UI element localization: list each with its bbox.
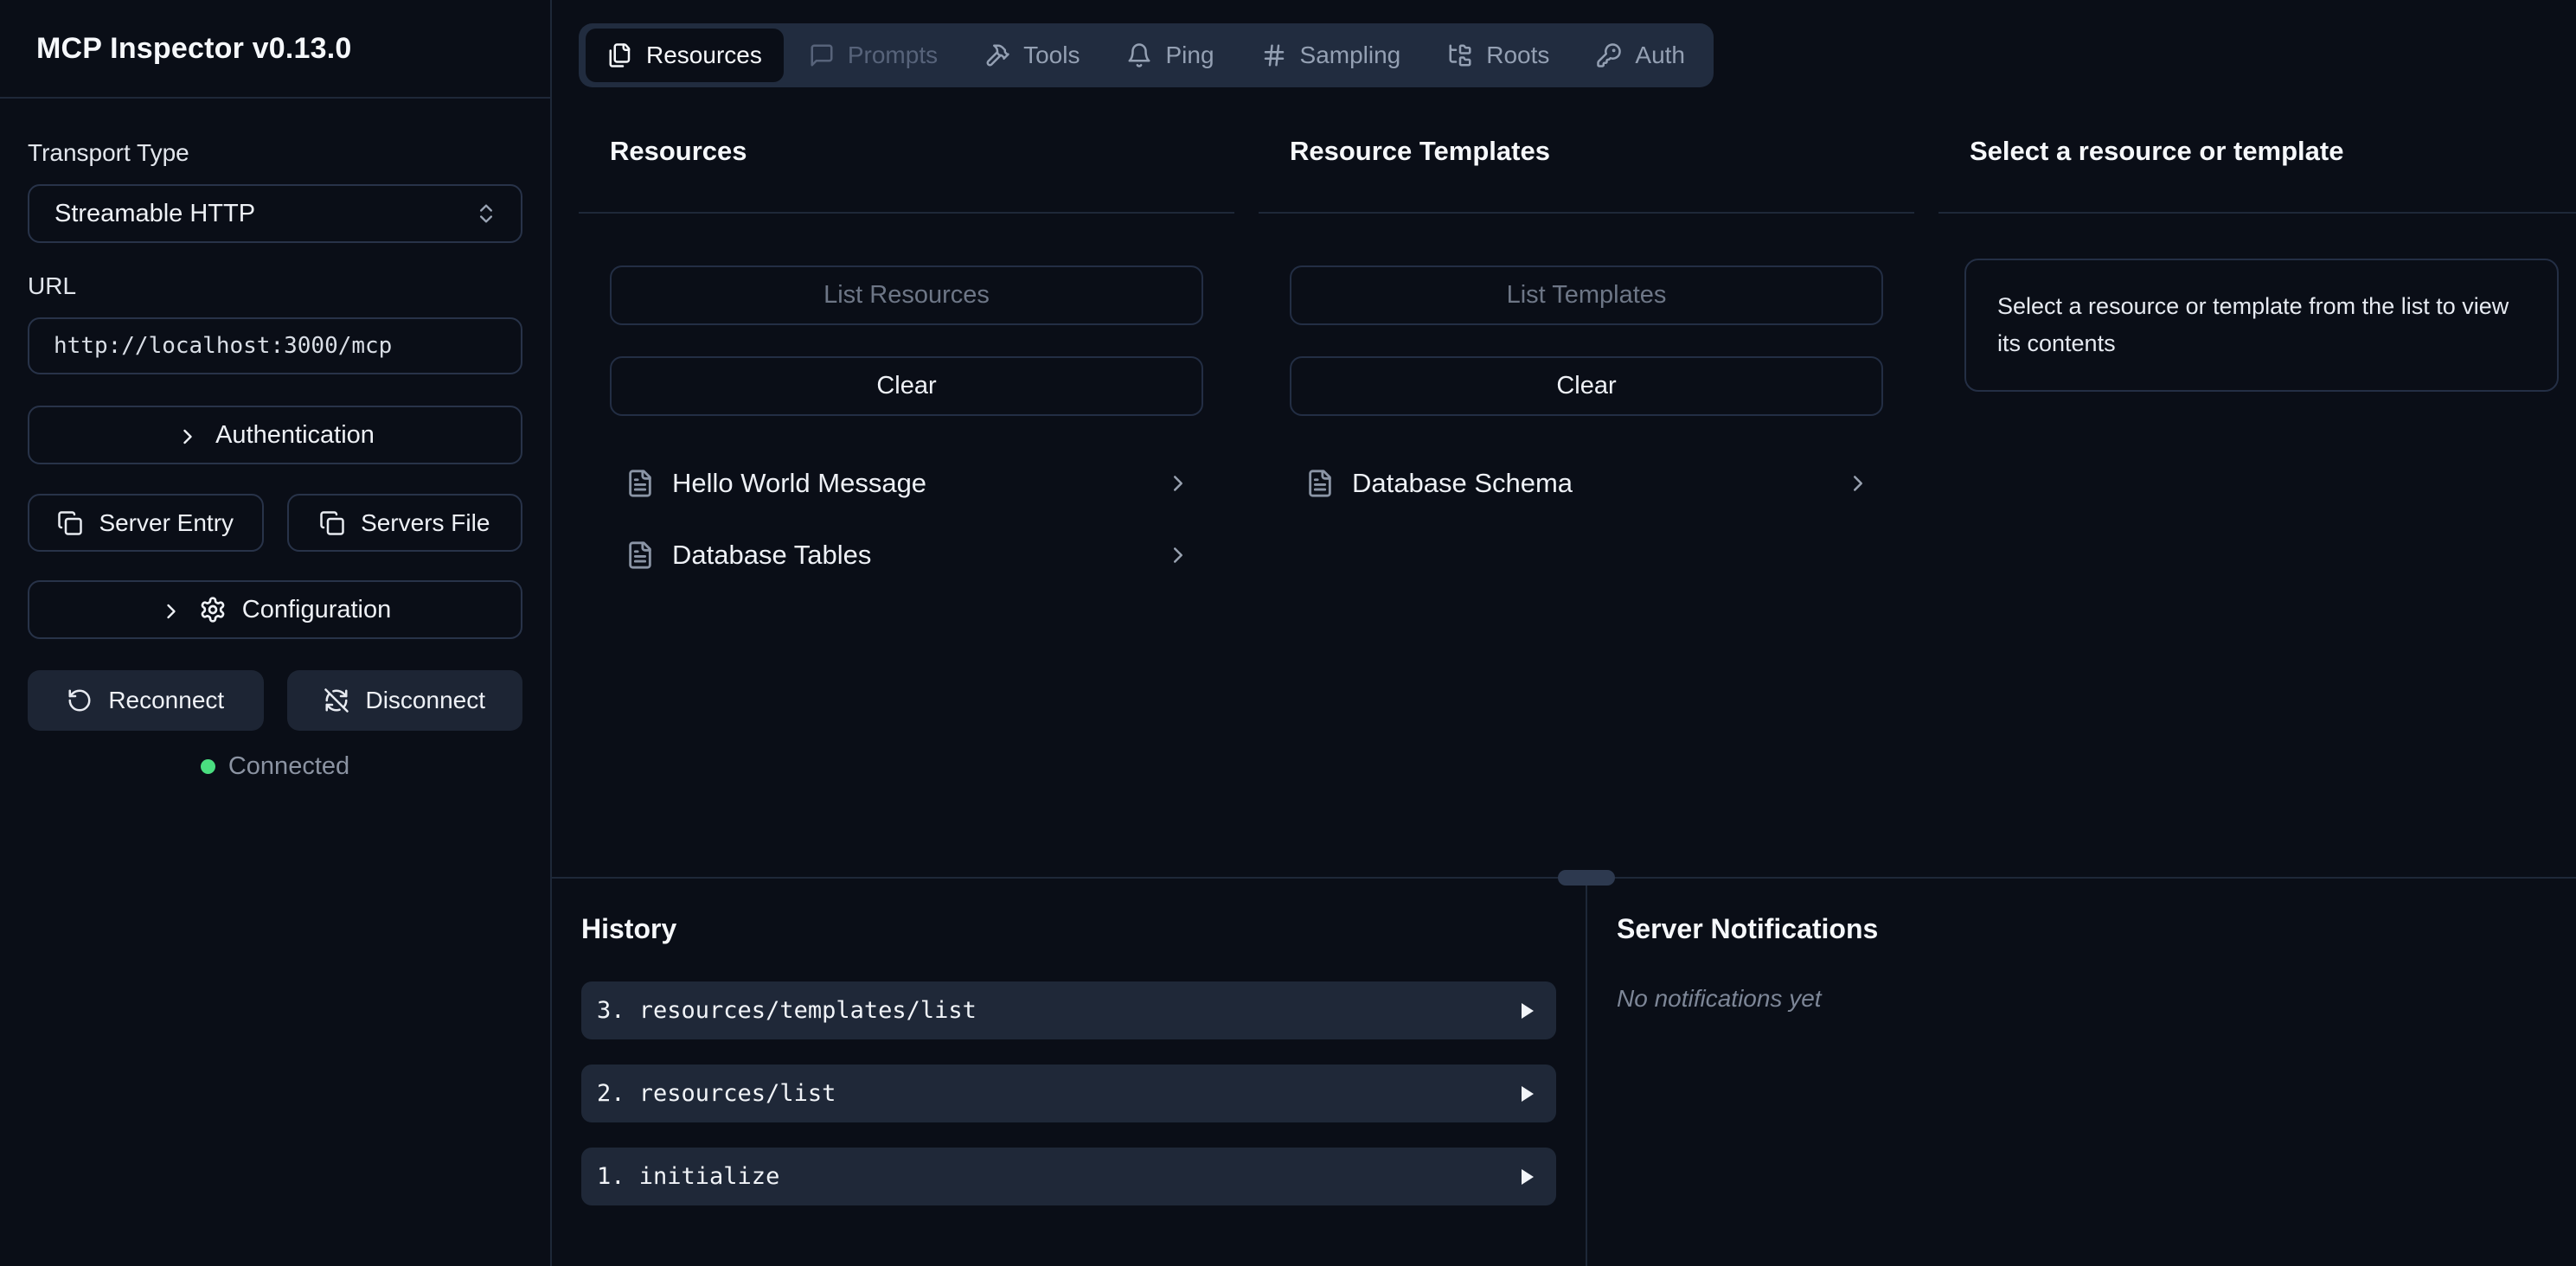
tab-prompts[interactable]: Prompts (787, 29, 959, 82)
chevron-right-icon (159, 598, 183, 622)
content-columns: Resources List Resources Clear Hello Wor… (552, 87, 2576, 877)
resource-item-database-tables[interactable]: Database Tables (610, 536, 1203, 574)
tabbar: Resources Prompts Tools Ping (579, 23, 1714, 87)
hash-icon (1261, 42, 1287, 68)
clear-resources-button[interactable]: Clear (610, 356, 1203, 416)
url-value: http://localhost:3000/mcp (54, 333, 392, 359)
tab-sampling[interactable]: Sampling (1240, 29, 1423, 82)
file-text-icon (625, 469, 655, 498)
status-dot-icon (201, 759, 215, 774)
sidebar: MCP Inspector v0.13.0 Transport Type Str… (0, 0, 552, 1266)
server-entry-button[interactable]: Server Entry (28, 494, 264, 552)
history-panel: History 3. resources/templates/list 2. r… (552, 879, 1586, 1266)
connection-status: Connected (28, 752, 522, 781)
file-text-icon (625, 540, 655, 570)
chevron-right-icon (1165, 542, 1191, 568)
chevron-right-icon (176, 423, 200, 447)
list-resources-button[interactable]: List Resources (610, 265, 1203, 325)
tabbar-wrap: Resources Prompts Tools Ping (552, 0, 2576, 87)
chevrons-up-down-icon (474, 201, 498, 226)
history-entry-2[interactable]: 2. resources/list (581, 1065, 1556, 1122)
resource-item-hello-world[interactable]: Hello World Message (610, 464, 1203, 502)
disconnect-button[interactable]: Disconnect (287, 670, 523, 731)
reconnect-button[interactable]: Reconnect (28, 670, 264, 731)
history-entry-3[interactable]: 3. resources/templates/list (581, 981, 1556, 1039)
server-buttons-row: Server Entry Servers File (28, 494, 522, 552)
bell-icon (1126, 42, 1152, 68)
copy-icon (319, 510, 345, 536)
panel-divider (1586, 879, 1587, 1266)
app-title: MCP Inspector v0.13.0 (36, 32, 352, 66)
rotate-ccw-icon (67, 687, 93, 713)
play-icon (1516, 1084, 1537, 1104)
authentication-button[interactable]: Authentication (28, 406, 522, 464)
refresh-off-icon (324, 687, 349, 713)
play-icon (1516, 1167, 1537, 1187)
history-title: History (581, 913, 1556, 945)
resources-list: Hello World Message Database Tables (610, 464, 1203, 574)
detail-panel: Select a resource or template Select a r… (1938, 136, 2576, 877)
notifications-title: Server Notifications (1617, 913, 2547, 945)
chevron-right-icon (1845, 470, 1871, 496)
tab-auth[interactable]: Auth (1574, 29, 1707, 82)
bottom-section: History 3. resources/templates/list 2. r… (552, 877, 2576, 1266)
key-icon (1596, 42, 1622, 68)
mcp-inspector-app: MCP Inspector v0.13.0 Transport Type Str… (0, 0, 2576, 1266)
tab-tools[interactable]: Tools (963, 29, 1101, 82)
resource-templates-panel: Resource Templates List Templates Clear … (1259, 136, 1914, 877)
url-label: URL (28, 272, 522, 300)
message-square-icon (809, 42, 835, 68)
hammer-icon (984, 42, 1010, 68)
file-text-icon (1305, 469, 1335, 498)
history-list: 3. resources/templates/list 2. resources… (581, 981, 1556, 1205)
main-area: Resources Prompts Tools Ping (552, 0, 2576, 1266)
tab-ping[interactable]: Ping (1105, 29, 1235, 82)
connection-buttons-row: Reconnect Disconnect (28, 670, 522, 731)
tab-roots[interactable]: Roots (1426, 29, 1571, 82)
main-top-section: Resources Prompts Tools Ping (552, 0, 2576, 877)
templates-panel-title: Resource Templates (1290, 136, 1883, 167)
sidebar-header: MCP Inspector v0.13.0 (0, 0, 550, 99)
resize-handle[interactable] (1558, 870, 1615, 886)
template-item-database-schema[interactable]: Database Schema (1290, 464, 1883, 502)
url-input[interactable]: http://localhost:3000/mcp (28, 317, 522, 374)
chevron-right-icon (1165, 470, 1191, 496)
resources-panel: Resources List Resources Clear Hello Wor… (579, 136, 1234, 877)
folder-tree-icon (1447, 42, 1473, 68)
detail-placeholder: Select a resource or template from the l… (1964, 259, 2559, 392)
detail-panel-title: Select a resource or template (1970, 136, 2545, 167)
sidebar-body: Transport Type Streamable HTTP URL http:… (0, 99, 550, 781)
copy-icon (57, 510, 83, 536)
templates-list: Database Schema (1290, 464, 1883, 502)
clear-templates-button[interactable]: Clear (1290, 356, 1883, 416)
resources-panel-title: Resources (610, 136, 1203, 167)
configuration-button[interactable]: Configuration (28, 580, 522, 639)
transport-type-value: Streamable HTTP (54, 200, 255, 228)
files-icon (607, 42, 633, 68)
transport-type-label: Transport Type (28, 139, 522, 167)
transport-type-select[interactable]: Streamable HTTP (28, 184, 522, 243)
list-templates-button[interactable]: List Templates (1290, 265, 1883, 325)
status-text: Connected (228, 752, 349, 781)
gear-icon (199, 596, 227, 623)
tab-resources[interactable]: Resources (586, 29, 784, 82)
history-entry-1[interactable]: 1. initialize (581, 1148, 1556, 1205)
server-notifications-panel: Server Notifications No notifications ye… (1587, 879, 2576, 1266)
servers-file-button[interactable]: Servers File (287, 494, 523, 552)
play-icon (1516, 1001, 1537, 1021)
notifications-empty-message: No notifications yet (1617, 985, 2547, 1013)
